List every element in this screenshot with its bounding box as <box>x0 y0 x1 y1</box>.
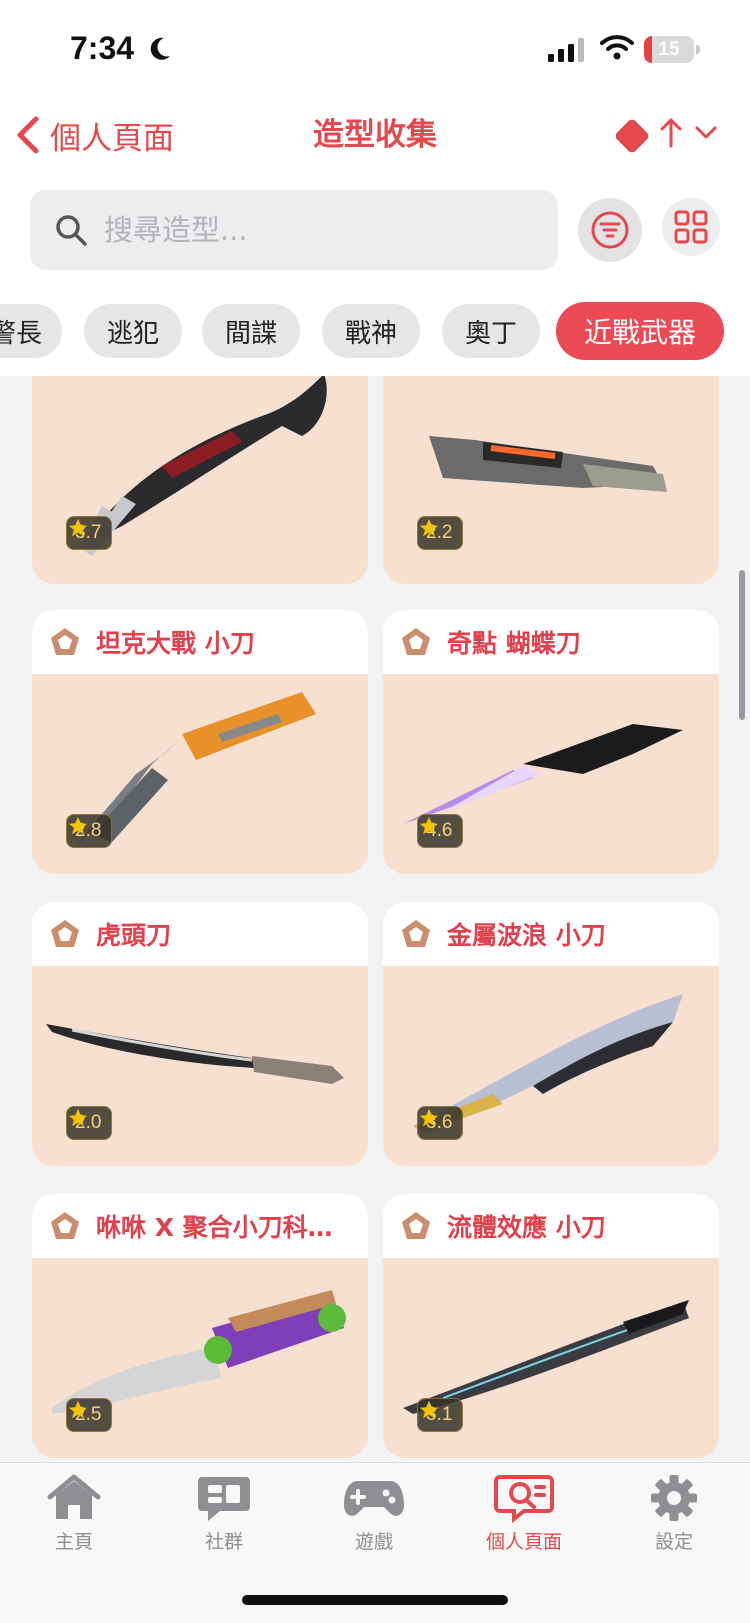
skin-card[interactable]: 咻咻 X 聚合小刀科… 2.5 <box>32 1194 368 1458</box>
skin-name: 虎頭刀 <box>96 921 172 950</box>
nav-header: 個人頁面 造型收集 <box>0 96 750 186</box>
grid-view-button[interactable] <box>662 198 720 256</box>
filter-icon <box>591 211 629 249</box>
skin-card[interactable]: 流體效應 小刀 3.1 <box>383 1194 719 1458</box>
chevron-down-icon[interactable] <box>694 118 718 148</box>
tab-label: 遊戲 <box>354 1531 393 1553</box>
search-row <box>0 186 750 286</box>
moon-icon <box>150 37 170 60</box>
wifi-icon <box>600 35 634 60</box>
rating-badge: 2.2 <box>417 516 464 550</box>
tier-pentagon-icon <box>51 1212 79 1239</box>
rating-badge: 2.0 <box>66 1106 113 1140</box>
rating-badge: 3.6 <box>417 1106 464 1140</box>
category-chip-row: 警長 逃犯 間諜 戰神 奧丁 近戰武器 <box>0 286 750 376</box>
rating-badge: 3.1 <box>417 1398 464 1432</box>
search-input[interactable] <box>104 213 524 247</box>
star-icon <box>419 1400 439 1419</box>
filter-button[interactable] <box>578 198 642 262</box>
skin-card[interactable]: 2.2 <box>383 376 719 584</box>
chat-icon <box>198 1477 250 1521</box>
tier-pentagon-icon <box>51 920 79 947</box>
home-icon <box>47 1474 101 1519</box>
star-icon <box>68 1400 88 1419</box>
signal-icon <box>548 38 584 62</box>
sort-arrow-up-icon[interactable] <box>660 116 682 150</box>
star-icon <box>419 1108 439 1127</box>
tab-profile[interactable]: 個人頁面 <box>464 1473 584 1554</box>
skin-card[interactable]: 坦克大戰 小刀 2.8 <box>32 610 368 874</box>
scrollbar[interactable] <box>739 570 745 720</box>
diamond-filter-button[interactable] <box>614 118 648 152</box>
gamepad-icon <box>344 1481 404 1516</box>
skin-name: 流體效應 小刀 <box>447 1213 606 1242</box>
tab-label: 主頁 <box>54 1531 93 1553</box>
status-bar: 7:34 15 <box>0 0 750 96</box>
status-time: 7:34 <box>70 30 135 66</box>
star-icon <box>419 816 439 835</box>
star-icon <box>68 816 88 835</box>
skin-card[interactable]: 金屬波浪 小刀 3.6 <box>383 902 719 1166</box>
star-icon <box>68 518 88 537</box>
karambit-image <box>80 376 327 556</box>
tab-label: 設定 <box>654 1531 693 1553</box>
grid-icon <box>674 210 708 244</box>
rating-badge: 4.6 <box>417 814 464 848</box>
rating-badge: 3.7 <box>66 516 113 550</box>
chip-sheriff[interactable]: 警長 <box>0 304 62 358</box>
chip-odin[interactable]: 奧丁 <box>442 304 540 358</box>
search-box[interactable] <box>30 190 558 270</box>
chip-outlaw[interactable]: 逃犯 <box>84 304 182 358</box>
tier-pentagon-icon <box>51 628 79 655</box>
star-icon <box>68 1108 88 1127</box>
search-icon <box>56 215 87 246</box>
skin-card[interactable]: 虎頭刀 2.0 <box>32 902 368 1166</box>
rating-badge: 2.8 <box>66 814 113 848</box>
tier-pentagon-icon <box>402 628 430 655</box>
chip-god-of-war[interactable]: 戰神 <box>322 304 420 358</box>
tab-label: 個人頁面 <box>485 1531 562 1553</box>
tab-community[interactable]: 社群 <box>164 1473 284 1554</box>
battery-level: 15 <box>658 39 680 60</box>
chip-spy[interactable]: 間諜 <box>202 304 300 358</box>
rating-badge: 2.5 <box>66 1398 113 1432</box>
home-indicator <box>242 1595 508 1605</box>
skin-grid: 3.7 2.2 坦克大戰 小刀 2.8 奇點 蝴蝶刀 4.6 虎頭刀 2.0 金… <box>0 376 750 1462</box>
battery-icon: 15 <box>644 36 700 63</box>
cleaver-image <box>429 436 667 492</box>
tab-settings[interactable]: 設定 <box>614 1473 734 1554</box>
skin-name: 咻咻 X 聚合小刀科… <box>96 1213 333 1242</box>
tab-home[interactable]: 主頁 <box>14 1473 134 1554</box>
gear-icon <box>651 1475 697 1521</box>
tab-label: 社群 <box>204 1531 243 1553</box>
skin-card[interactable]: 奇點 蝴蝶刀 4.6 <box>383 610 719 874</box>
skin-name: 坦克大戰 小刀 <box>96 629 255 658</box>
profile-search-icon <box>494 1475 554 1523</box>
star-icon <box>419 518 439 537</box>
skin-name: 金屬波浪 小刀 <box>447 921 606 950</box>
skin-card[interactable]: 3.7 <box>32 376 368 584</box>
skin-name: 奇點 蝴蝶刀 <box>447 629 581 658</box>
tab-games[interactable]: 遊戲 <box>314 1473 434 1554</box>
tier-pentagon-icon <box>402 1212 430 1239</box>
chip-melee-weapons[interactable]: 近戰武器 <box>556 302 724 360</box>
tier-pentagon-icon <box>402 920 430 947</box>
